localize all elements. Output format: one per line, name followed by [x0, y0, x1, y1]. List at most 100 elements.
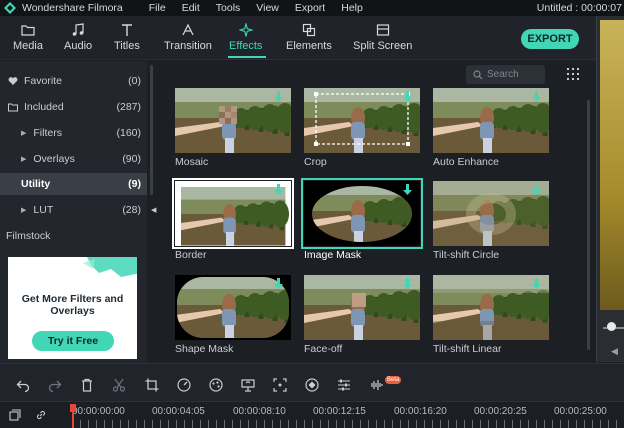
tab-transition[interactable]: Transition: [164, 23, 212, 52]
effect-label: Mosaic: [175, 156, 209, 168]
keyframe-icon[interactable]: [305, 378, 319, 392]
sidebar-item-overlays[interactable]: ▶ Overlays (90): [0, 148, 147, 170]
sidebar-item-label: Favorite: [24, 75, 62, 87]
effect-card-border[interactable]: [172, 178, 294, 249]
redo-icon[interactable]: [48, 378, 62, 392]
effect-label: Shape Mask: [175, 343, 234, 355]
tab-elements[interactable]: Elements: [286, 23, 332, 52]
download-icon[interactable]: [532, 91, 541, 103]
sidebar-item-lut[interactable]: ▶ LUT (28): [0, 199, 147, 221]
sidebar-item-count: (287): [116, 101, 141, 113]
stabilize-icon[interactable]: [273, 378, 287, 392]
effect-card-shape-mask[interactable]: [175, 275, 291, 340]
sidebar-item-label: Filters: [33, 127, 62, 139]
filmora-window: Wondershare Filmora File Edit Tools View…: [0, 0, 624, 428]
sidebar-item-count: (9): [128, 178, 141, 190]
search-input[interactable]: Search: [466, 65, 545, 84]
music-note-icon: [72, 23, 84, 36]
tab-elements-label: Elements: [286, 40, 332, 52]
active-tab-indicator: [228, 56, 266, 58]
title-bar: Wondershare Filmora File Edit Tools View…: [0, 0, 624, 16]
heart-icon: [8, 77, 18, 85]
tab-titles[interactable]: Titles: [114, 23, 140, 52]
filmstock-ad-banner[interactable]: Get More Filters and Overlays Try it Fre…: [8, 257, 137, 359]
try-it-free-button[interactable]: Try it Free: [32, 331, 114, 351]
menu-help[interactable]: Help: [341, 2, 363, 14]
menu-export[interactable]: Export: [295, 2, 325, 14]
sidebar-item-label: Overlays: [33, 153, 75, 165]
menu-bar: File Edit Tools View Export Help: [149, 2, 363, 14]
speed-icon[interactable]: [177, 378, 191, 392]
preview-progress-knob[interactable]: [607, 322, 616, 331]
crop-icon[interactable]: [145, 378, 159, 392]
tab-split-screen[interactable]: Split Screen: [353, 23, 412, 52]
effect-label: Auto Enhance: [433, 156, 499, 168]
download-icon[interactable]: [403, 91, 412, 103]
expand-caret-icon[interactable]: ▶: [21, 206, 26, 214]
sparkle-icon: [238, 23, 253, 37]
effect-card-crop[interactable]: [304, 88, 420, 153]
menu-view[interactable]: View: [256, 2, 279, 14]
sidebar-item-label: Utility: [21, 178, 51, 190]
adjust-icon[interactable]: [337, 378, 351, 392]
green-screen-icon[interactable]: [241, 378, 255, 392]
content-scrollbar[interactable]: [587, 100, 590, 350]
filmora-logo-icon: [4, 2, 16, 14]
download-icon[interactable]: [532, 278, 541, 290]
download-icon[interactable]: [274, 91, 283, 103]
effect-card-auto-enhance[interactable]: [433, 88, 549, 153]
effect-card-mosaic[interactable]: [175, 88, 291, 153]
download-icon[interactable]: [403, 278, 412, 290]
sidebar-item-included[interactable]: Included (287): [0, 96, 147, 118]
expand-caret-icon[interactable]: ▶: [21, 155, 26, 163]
audio-icon[interactable]: [369, 378, 383, 392]
sidebar-item-count: (28): [122, 204, 141, 216]
cut-icon[interactable]: [112, 378, 126, 392]
undo-icon[interactable]: [16, 378, 30, 392]
collapse-sidebar-icon[interactable]: ◀: [151, 206, 156, 214]
export-button[interactable]: EXPORT: [521, 29, 579, 49]
download-icon[interactable]: [274, 184, 283, 196]
timeline-ruler[interactable]: 00:00:00:00 00:00:04:05 00:00:08:10 00:0…: [0, 401, 624, 428]
timecode-label: 00:00:20:25: [474, 406, 527, 417]
playhead-line[interactable]: [72, 410, 74, 428]
download-icon[interactable]: [532, 184, 541, 196]
preview-play-icon[interactable]: ◀: [611, 346, 618, 357]
sidebar-item-label: Included: [24, 101, 64, 113]
sidebar-scrollbar-thumb[interactable]: [150, 65, 153, 195]
menu-file[interactable]: File: [149, 2, 166, 14]
main-toolbar: Media Audio Titles Transition Effects El…: [0, 16, 596, 60]
menu-edit[interactable]: Edit: [182, 2, 200, 14]
timecode-label: 00:00:16:20: [394, 406, 447, 417]
sidebar-item-favorite[interactable]: Favorite (0): [0, 70, 147, 92]
sidebar-item-utility[interactable]: Utility (9): [0, 173, 147, 195]
effect-label: Face-off: [304, 343, 343, 355]
tab-media[interactable]: Media: [13, 23, 43, 52]
transition-icon: [182, 23, 194, 36]
sidebar-item-label: LUT: [33, 204, 54, 216]
tab-effects[interactable]: Effects: [229, 23, 262, 52]
tab-audio[interactable]: Audio: [64, 23, 92, 52]
menu-tools[interactable]: Tools: [216, 2, 241, 14]
effect-card-tilt-shift-circle[interactable]: [433, 181, 549, 246]
download-icon[interactable]: [403, 184, 412, 196]
sidebar-item-count: (160): [116, 127, 141, 139]
effect-card-tilt-shift-linear[interactable]: [433, 275, 549, 340]
tab-effects-label: Effects: [229, 40, 263, 52]
color-icon[interactable]: [209, 378, 223, 392]
tab-titles-label: Titles: [114, 40, 140, 52]
effect-label: Tilt-shift Circle: [433, 249, 500, 261]
effect-card-image-mask[interactable]: [301, 178, 423, 249]
preview-panel: ◀: [596, 16, 624, 362]
timecode-label: 00:00:25:00: [554, 406, 607, 417]
grid-view-icon[interactable]: [567, 68, 579, 80]
add-track-icon[interactable]: [9, 409, 21, 421]
sidebar-item-count: (0): [128, 75, 141, 87]
effect-card-face-off[interactable]: [304, 275, 420, 340]
download-icon[interactable]: [274, 278, 283, 290]
beta-badge: Beta: [385, 376, 402, 384]
expand-caret-icon[interactable]: ▶: [21, 129, 26, 137]
delete-icon[interactable]: [80, 378, 94, 392]
link-icon[interactable]: [35, 409, 47, 421]
sidebar-item-filters[interactable]: ▶ Filters (160): [0, 122, 147, 144]
